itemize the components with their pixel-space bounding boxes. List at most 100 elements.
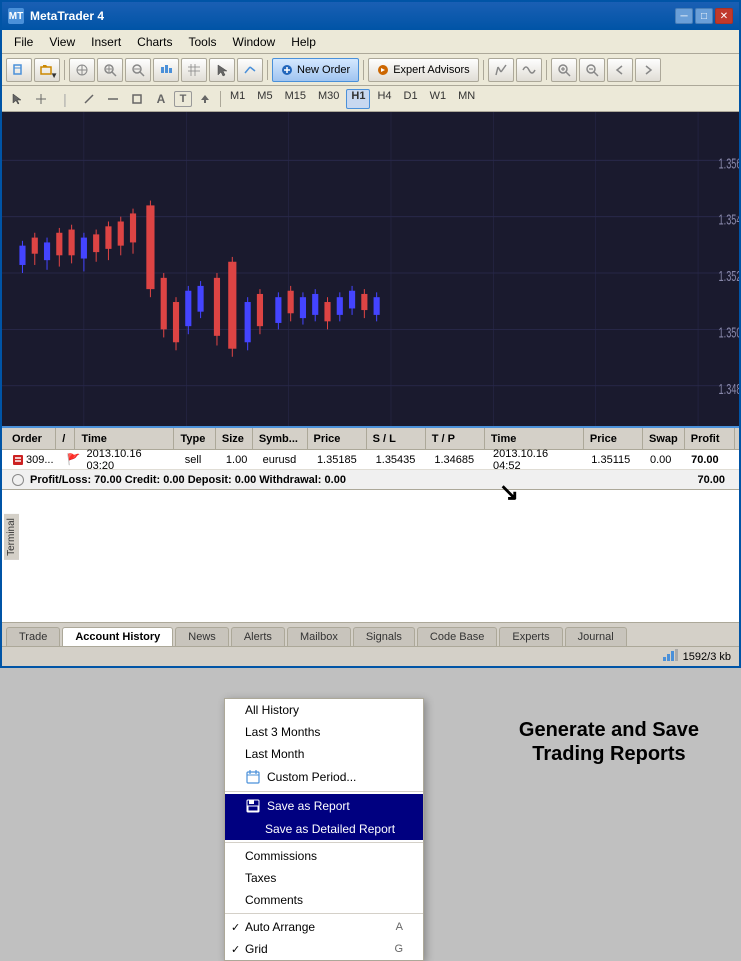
ctx-taxes[interactable]: Taxes [225, 867, 423, 889]
annotation-label: Generate and Save Trading Reports [519, 718, 699, 766]
menu-tools[interactable]: Tools [181, 33, 225, 51]
toolbar-new-btn[interactable] [6, 58, 32, 82]
cell-type: sell [179, 450, 220, 469]
expert-advisors-button[interactable]: Expert Advisors [368, 58, 478, 82]
menu-window[interactable]: Window [225, 33, 284, 51]
tf-m5[interactable]: M5 [252, 89, 277, 109]
close-button[interactable]: ✕ [715, 8, 733, 24]
tab-news[interactable]: News [175, 627, 229, 646]
toolbar2-sep-1 [220, 91, 221, 107]
toolbar-wave[interactable] [516, 58, 542, 82]
ctx-grid[interactable]: ✓ Grid G [225, 938, 423, 960]
main-window: MT MetaTrader 4 ─ □ ✕ File View Insert C… [0, 0, 741, 668]
ctx-save-report[interactable]: Save as Report [225, 794, 423, 818]
cell-size: 1.00 [220, 450, 257, 469]
tab-account-history[interactable]: Account History [62, 627, 173, 646]
toolbar-chart-line[interactable] [488, 58, 514, 82]
toolbar-chart-type[interactable] [153, 58, 179, 82]
chart-area[interactable]: 1.3560 1.3540 1.3520 1.3500 1.3480 [2, 112, 739, 426]
col-closeprice: Price [584, 428, 643, 449]
toolbar-open-btn[interactable]: ▼ [34, 58, 60, 82]
tab-experts[interactable]: Experts [499, 627, 562, 646]
col-profit: Profit [685, 428, 735, 449]
toolbar-sep-3 [363, 60, 364, 80]
terminal-label: Terminal [4, 514, 19, 560]
cell-price: 1.35185 [311, 450, 370, 469]
tf-h1[interactable]: H1 [346, 89, 370, 109]
tf-w1[interactable]: W1 [425, 89, 452, 109]
memory-usage: 1592/3 kb [683, 651, 731, 663]
ctx-save-detailed-label: Save as Detailed Report [245, 822, 395, 836]
ctx-commissions[interactable]: Commissions [225, 845, 423, 867]
ctx-last-month[interactable]: Last Month [225, 743, 423, 765]
status-bar: 1592/3 kb [2, 646, 739, 666]
menu-charts[interactable]: Charts [129, 33, 180, 51]
tab-mailbox[interactable]: Mailbox [287, 627, 351, 646]
tool-label-t[interactable]: T [174, 91, 192, 107]
cell-order: 309... [6, 450, 61, 469]
terminal-area: Terminal Order / Time Type Size Symb... … [2, 426, 739, 646]
ctx-grid-label: Grid [245, 942, 268, 956]
toolbar-left-arrow[interactable] [607, 58, 633, 82]
ctx-sep-1 [225, 791, 423, 792]
ctx-last-3-months[interactable]: Last 3 Months [225, 721, 423, 743]
svg-text:1.3480: 1.3480 [719, 381, 739, 398]
tool-arrows[interactable] [194, 89, 216, 109]
tool-shapes[interactable] [126, 89, 148, 109]
ctx-sep-2 [225, 842, 423, 843]
tab-alerts[interactable]: Alerts [231, 627, 285, 646]
toolbar-indicator[interactable] [237, 58, 263, 82]
tf-m1[interactable]: M1 [225, 89, 250, 109]
ctx-save-report-label: Save as Report [267, 799, 350, 813]
table-row[interactable]: 309... 🚩 2013.10.16 03:20 sell 1.00 euru… [2, 450, 739, 470]
app-icon: MT [8, 8, 24, 24]
new-order-button[interactable]: New Order [272, 58, 359, 82]
save-report-icon [245, 798, 261, 814]
toolbar-zoom-minus[interactable] [579, 58, 605, 82]
tool-hline[interactable] [102, 89, 124, 109]
menu-insert[interactable]: Insert [83, 33, 129, 51]
menu-view[interactable]: View [41, 33, 83, 51]
toolbar-sep-5 [546, 60, 547, 80]
tf-mn[interactable]: MN [453, 89, 480, 109]
restore-button[interactable]: □ [695, 8, 713, 24]
menu-file[interactable]: File [6, 33, 41, 51]
col-swap: Swap [643, 428, 685, 449]
tab-signals[interactable]: Signals [353, 627, 415, 646]
summary-text: Profit/Loss: 70.00 Credit: 0.00 Deposit:… [30, 474, 346, 486]
tf-h4[interactable]: H4 [372, 89, 396, 109]
col-price: Price [308, 428, 367, 449]
toolbar-btn-cross[interactable] [69, 58, 95, 82]
tab-codebase[interactable]: Code Base [417, 627, 497, 646]
ctx-custom-period-label: Custom Period... [267, 770, 356, 784]
tool-text[interactable]: A [150, 89, 172, 109]
menu-help[interactable]: Help [283, 33, 324, 51]
tf-d1[interactable]: D1 [399, 89, 423, 109]
toolbar-right-arrow[interactable] [635, 58, 661, 82]
minimize-button[interactable]: ─ [675, 8, 693, 24]
toolbar-zoom-in[interactable] [97, 58, 123, 82]
tf-m15[interactable]: M15 [280, 89, 311, 109]
toolbar-cursor[interactable] [209, 58, 235, 82]
tool-cursor[interactable] [6, 89, 28, 109]
ctx-all-history-label: All History [245, 703, 299, 717]
ctx-comments[interactable]: Comments [225, 889, 423, 911]
tool-line[interactable] [78, 89, 100, 109]
col-tp: T / P [426, 428, 485, 449]
tab-trade[interactable]: Trade [6, 627, 60, 646]
toolbar-zoom-plus[interactable] [551, 58, 577, 82]
toolbar-zoom-out[interactable] [125, 58, 151, 82]
ctx-custom-period[interactable]: Custom Period... [225, 765, 423, 789]
ctx-auto-arrange[interactable]: ✓ Auto Arrange A [225, 916, 423, 938]
ctx-taxes-label: Taxes [245, 871, 276, 885]
ctx-all-history[interactable]: All History [225, 699, 423, 721]
ctx-save-detailed-report[interactable]: Save as Detailed Report [225, 818, 423, 840]
tf-m30[interactable]: M30 [313, 89, 344, 109]
tab-journal[interactable]: Journal [565, 627, 627, 646]
tool-crosshair[interactable] [30, 89, 52, 109]
custom-period-icon [245, 769, 261, 785]
cell-symbol: eurusd [257, 450, 311, 469]
toolbar-grid-btn[interactable] [181, 58, 207, 82]
col-symbol: Symb... [253, 428, 308, 449]
col-sort[interactable]: / [56, 428, 75, 449]
